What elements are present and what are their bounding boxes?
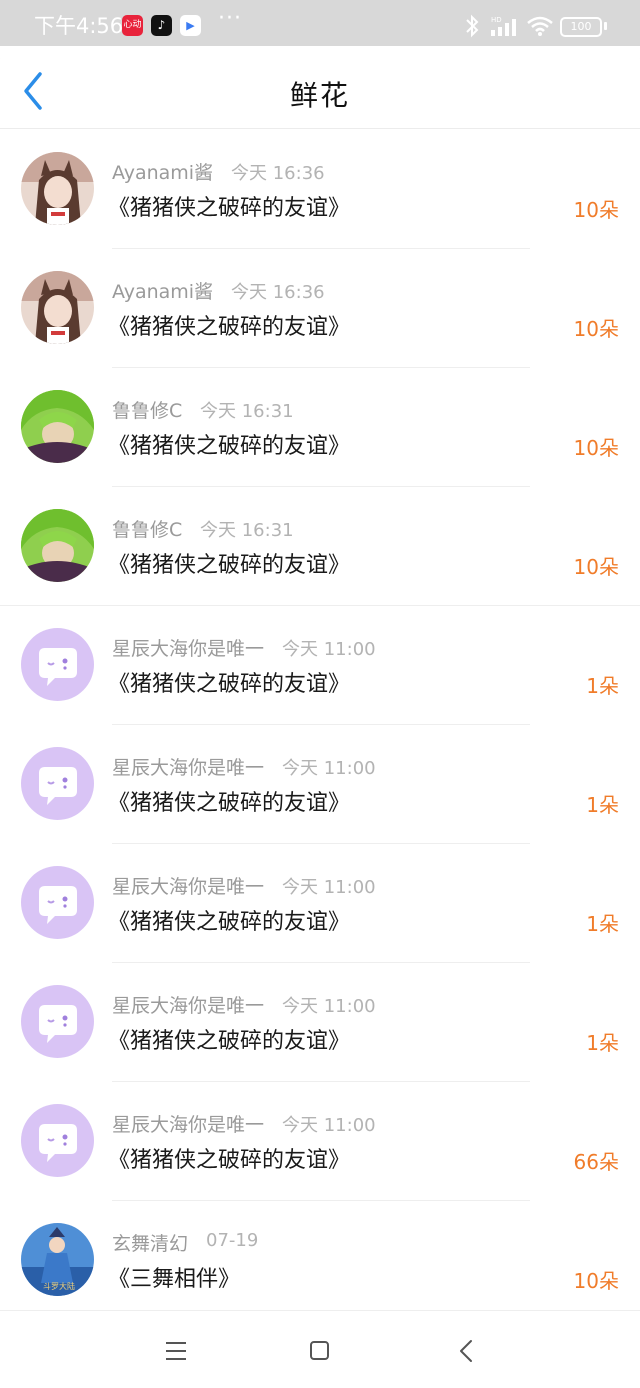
- flower-count: 10朵: [573, 436, 619, 460]
- username[interactable]: 星辰大海你是唯一: [112, 1110, 264, 1137]
- list-item[interactable]: 星辰大海你是唯一 今天 11:00 《猪猪侠之破碎的友谊》 66朵: [0, 1082, 640, 1201]
- list-item[interactable]: 斗罗大陆 玄舞清幻 07-19 《三舞相伴》 10朵: [0, 1201, 640, 1320]
- default-chat-avatar[interactable]: [21, 1104, 94, 1177]
- timestamp: 07-19: [206, 1230, 259, 1251]
- flower-count: 1朵: [586, 912, 619, 936]
- default-chat-avatar[interactable]: [21, 985, 94, 1058]
- play-store-icon: ▶: [180, 15, 201, 36]
- timestamp: 今天 11:00: [282, 996, 376, 1017]
- username[interactable]: Ayanami酱: [112, 277, 213, 304]
- flower-count: 10朵: [573, 317, 619, 341]
- list-item[interactable]: 鲁鲁修C 今天 16:31 《猪猪侠之破碎的友谊》 10朵: [0, 368, 640, 487]
- system-back-button[interactable]: [446, 1333, 486, 1369]
- timestamp: 今天 11:00: [282, 1115, 376, 1136]
- anime-girl-avatar[interactable]: [21, 271, 94, 344]
- timestamp: 今天 16:36: [231, 282, 325, 303]
- work-title[interactable]: 《猪猪侠之破碎的友谊》: [108, 190, 350, 222]
- work-title[interactable]: 《猪猪侠之破碎的友谊》: [108, 904, 350, 936]
- battery-tip: [604, 22, 607, 30]
- timestamp: 今天 11:00: [282, 639, 376, 660]
- header-bar: 鲜花: [0, 46, 640, 128]
- flower-count: 10朵: [573, 1269, 619, 1293]
- bluetooth-icon: [466, 14, 479, 38]
- username[interactable]: 星辰大海你是唯一: [112, 634, 264, 661]
- flower-count: 1朵: [586, 674, 619, 698]
- username[interactable]: 星辰大海你是唯一: [112, 753, 264, 780]
- green-hair-avatar[interactable]: [21, 509, 94, 582]
- list-item[interactable]: 星辰大海你是唯一 今天 11:00 《猪猪侠之破碎的友谊》 1朵: [0, 963, 640, 1082]
- default-chat-avatar[interactable]: [21, 866, 94, 939]
- work-title[interactable]: 《猪猪侠之破碎的友谊》: [108, 547, 350, 579]
- tiktok-icon: ♪: [151, 15, 172, 36]
- system-nav-bar: [0, 1310, 640, 1388]
- red-app-icon: 心动: [122, 15, 143, 36]
- svg-text:斗罗大陆: 斗罗大陆: [43, 1281, 75, 1291]
- anime-girl-avatar[interactable]: [21, 152, 94, 225]
- list-item[interactable]: 星辰大海你是唯一 今天 11:00 《猪猪侠之破碎的友谊》 1朵: [0, 725, 640, 844]
- list-item[interactable]: 星辰大海你是唯一 今天 11:00 《猪猪侠之破碎的友谊》 1朵: [0, 844, 640, 963]
- flower-count: 1朵: [586, 793, 619, 817]
- blue-character-avatar[interactable]: 斗罗大陆: [21, 1223, 94, 1296]
- flower-count: 1朵: [586, 1031, 619, 1055]
- work-title[interactable]: 《猪猪侠之破碎的友谊》: [108, 785, 350, 817]
- username[interactable]: 星辰大海你是唯一: [112, 991, 264, 1018]
- username[interactable]: 鲁鲁修C: [112, 396, 182, 423]
- flower-count: 10朵: [573, 555, 619, 579]
- timestamp: 今天 16:36: [231, 163, 325, 184]
- work-title[interactable]: 《猪猪侠之破碎的友谊》: [108, 666, 350, 698]
- work-title[interactable]: 《猪猪侠之破碎的友谊》: [108, 428, 350, 460]
- timestamp: 今天 16:31: [200, 401, 294, 422]
- signal-icon: HD: [491, 16, 516, 36]
- more-notifications-icon: ···: [218, 6, 242, 31]
- flower-list: Ayanami酱 今天 16:36 《猪猪侠之破碎的友谊》 10朵 Ayanami酱 今天…: [0, 130, 640, 1320]
- svg-text:HD: HD: [491, 16, 502, 24]
- list-item[interactable]: 星辰大海你是唯一 今天 11:00 《猪猪侠之破碎的友谊》 1朵: [0, 606, 640, 725]
- flower-count: 10朵: [573, 198, 619, 222]
- username[interactable]: 玄舞清幻: [112, 1229, 188, 1256]
- username[interactable]: Ayanami酱: [112, 158, 213, 185]
- home-square-icon: [310, 1341, 329, 1360]
- home-button[interactable]: [300, 1333, 340, 1369]
- status-bar: 下午4:56 心动 ♪ ▶ ··· HD 100: [0, 0, 640, 46]
- battery-icon: 100: [560, 17, 602, 37]
- timestamp: 今天 11:00: [282, 877, 376, 898]
- timestamp: 今天 11:00: [282, 758, 376, 779]
- default-chat-avatar[interactable]: [21, 628, 94, 701]
- flower-count: 66朵: [573, 1150, 619, 1174]
- timestamp: 今天 16:31: [200, 520, 294, 541]
- wifi-icon: [527, 16, 553, 36]
- green-hair-avatar[interactable]: [21, 390, 94, 463]
- list-item[interactable]: 鲁鲁修C 今天 16:31 《猪猪侠之破碎的友谊》 10朵: [0, 487, 640, 606]
- work-title[interactable]: 《猪猪侠之破碎的友谊》: [108, 309, 350, 341]
- default-chat-avatar[interactable]: [21, 747, 94, 820]
- work-title[interactable]: 《猪猪侠之破碎的友谊》: [108, 1142, 350, 1174]
- username[interactable]: 鲁鲁修C: [112, 515, 182, 542]
- work-title[interactable]: 《三舞相伴》: [108, 1261, 240, 1293]
- back-triangle-icon: [460, 1340, 472, 1362]
- menu-icon: [166, 1342, 186, 1360]
- status-time: 下午4:56: [34, 14, 124, 38]
- menu-button[interactable]: [156, 1333, 196, 1369]
- list-item[interactable]: Ayanami酱 今天 16:36 《猪猪侠之破碎的友谊》 10朵: [0, 130, 640, 249]
- work-title[interactable]: 《猪猪侠之破碎的友谊》: [108, 1023, 350, 1055]
- username[interactable]: 星辰大海你是唯一: [112, 872, 264, 899]
- page-title: 鲜花: [289, 79, 350, 112]
- list-item[interactable]: Ayanami酱 今天 16:36 《猪猪侠之破碎的友谊》 10朵: [0, 249, 640, 368]
